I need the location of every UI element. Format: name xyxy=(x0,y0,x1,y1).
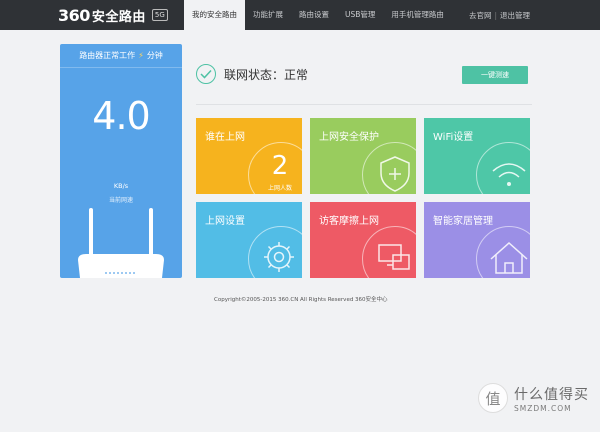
tile-security-protection[interactable]: 上网安全保护 xyxy=(310,118,416,194)
tile-label: 谁在上网 xyxy=(205,132,245,143)
status-header: 路由器正常工作 ⚡ 分钟 xyxy=(60,44,182,68)
online-user-caption: 上网人数 xyxy=(267,185,292,192)
tile-wifi-settings[interactable]: WiFi设置 xyxy=(424,118,530,194)
watermark-logo: 值 xyxy=(478,383,508,413)
tile-smart-home[interactable]: 智能家居管理 xyxy=(424,202,530,278)
tile-label: WiFi设置 xyxy=(433,132,474,143)
router-image xyxy=(78,208,164,278)
logo-number: 360 xyxy=(58,5,90,25)
divider xyxy=(196,104,532,105)
top-bar: 360 安全路由 5G 我的安全路由 功能扩展 路由设置 USB管理 用手机管理… xyxy=(0,0,600,30)
speed-label: 当前网速 xyxy=(108,197,133,204)
net-status-text: 联网状态：正常 xyxy=(224,67,309,82)
tile-label: 访客摩擦上网 xyxy=(319,216,379,227)
nav-tab-mobile[interactable]: 用手机管理路由 xyxy=(383,0,452,30)
router-status-panel: 路由器正常工作 ⚡ 分钟 4.0 KB/s 当前网速 xyxy=(60,44,182,278)
check-icon xyxy=(196,64,216,84)
main-nav: 我的安全路由 功能扩展 路由设置 USB管理 用手机管理路由 xyxy=(184,0,452,30)
tile-label: 上网安全保护 xyxy=(319,132,379,143)
watermark: 值 什么值得买 SMZDM.COM xyxy=(478,383,589,413)
tile-label: 上网设置 xyxy=(205,216,245,227)
logo-badge: 5G xyxy=(151,9,168,21)
nav-tab-usb[interactable]: USB管理 xyxy=(337,0,383,30)
speedtest-button[interactable]: 一键测速 xyxy=(462,66,528,84)
gear-icon xyxy=(248,226,302,278)
tile-label: 智能家居管理 xyxy=(433,216,493,227)
speed-value: 4.0 xyxy=(92,94,150,138)
nav-tab-extensions[interactable]: 功能扩展 xyxy=(245,0,291,30)
users-count-icon: 2 上网人数 xyxy=(248,142,302,194)
logo: 360 安全路由 5G xyxy=(58,5,168,25)
tile-who-online[interactable]: 谁在上网 2 上网人数 xyxy=(196,118,302,194)
status-working-text: 路由器正常工作 xyxy=(79,51,136,60)
watermark-sub: SMZDM.COM xyxy=(514,403,572,413)
speed-unit: KB/s xyxy=(113,182,129,190)
logout-link[interactable]: 退出管理 xyxy=(500,10,530,21)
bolt-icon: ⚡ xyxy=(138,51,144,60)
tile-internet-settings[interactable]: 上网设置 xyxy=(196,202,302,278)
shield-plus-icon xyxy=(362,142,416,194)
header-links: 去官网 | 退出管理 xyxy=(469,0,530,30)
house-icon xyxy=(476,226,530,278)
official-site-link[interactable]: 去官网 xyxy=(469,10,492,21)
copyright: Copyright©2005-2015 360.CN All Rights Re… xyxy=(214,297,388,303)
nav-tab-router-settings[interactable]: 路由设置 xyxy=(291,0,337,30)
nav-tab-my-router[interactable]: 我的安全路由 xyxy=(184,0,245,30)
logo-text: 安全路由 xyxy=(91,9,146,25)
devices-icon xyxy=(362,226,416,278)
online-user-count: 2 xyxy=(271,151,289,181)
wifi-icon xyxy=(476,142,530,194)
net-status: 联网状态：正常 xyxy=(196,64,308,84)
watermark-title: 什么值得买 xyxy=(514,386,589,403)
header-separator: | xyxy=(494,10,497,20)
status-uptime-text: 分钟 xyxy=(146,51,163,60)
tile-guest-network[interactable]: 访客摩擦上网 xyxy=(310,202,416,278)
